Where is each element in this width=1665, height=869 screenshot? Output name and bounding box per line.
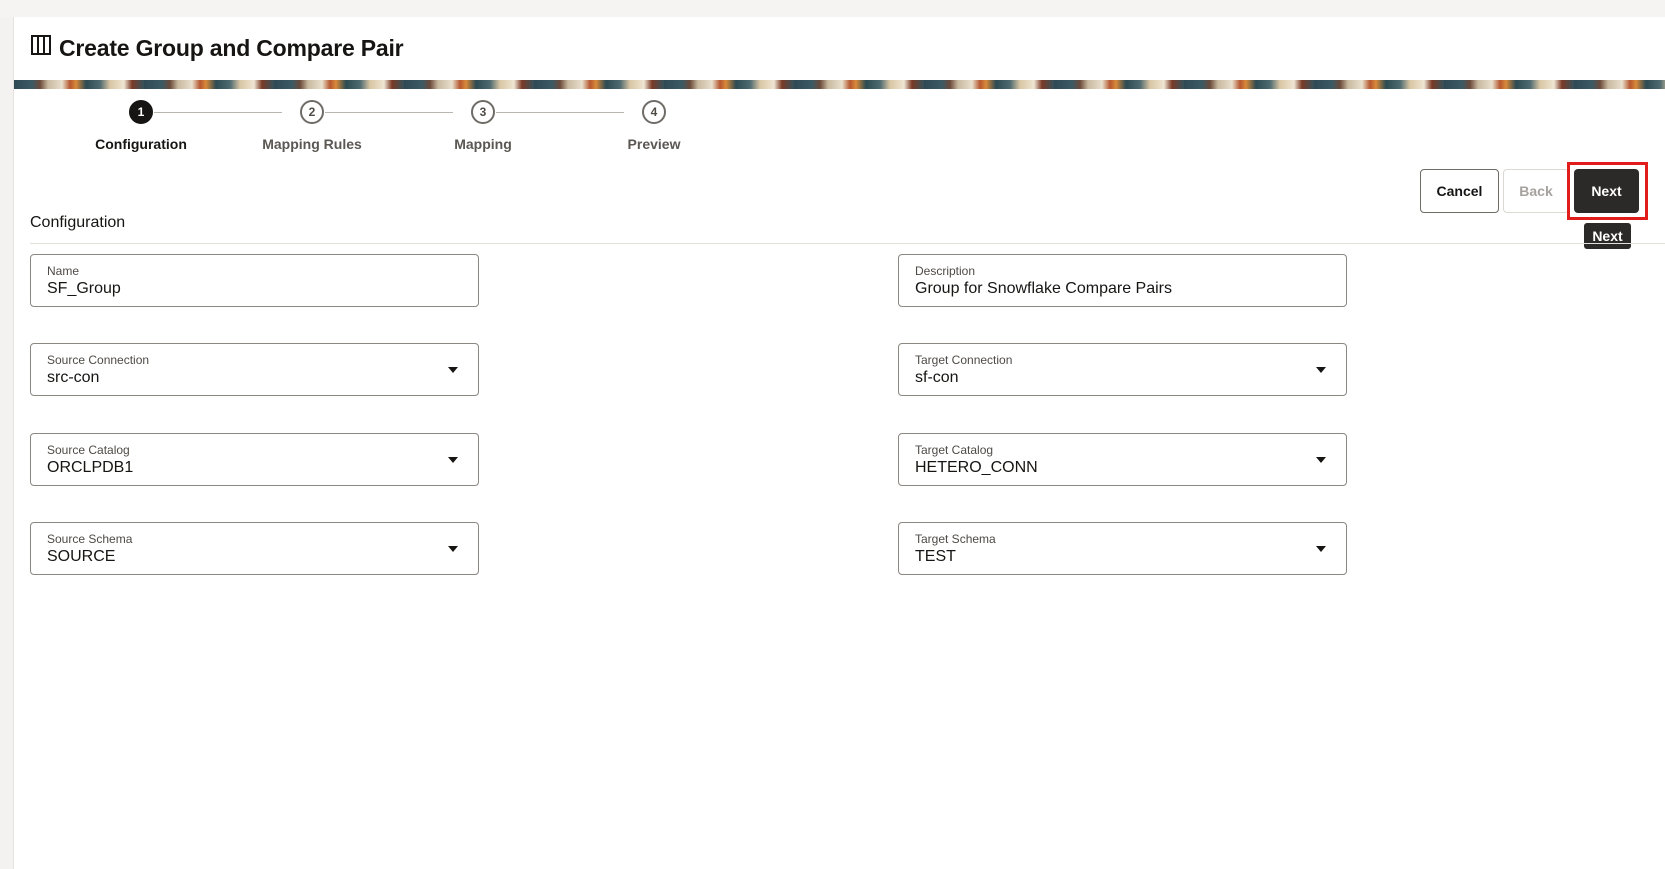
target-schema-select[interactable]: Target Schema TEST <box>898 522 1347 575</box>
back-button[interactable]: Back <box>1503 169 1569 213</box>
field-label: Source Schema <box>47 532 133 546</box>
section-title: Configuration <box>30 214 126 231</box>
top-strip <box>0 0 1665 18</box>
step-number: 3 <box>471 100 495 124</box>
wizard-stepper: 1 Configuration 2 Mapping Rules 3 Mappin… <box>14 100 714 170</box>
step-configuration[interactable]: 1 Configuration <box>71 100 211 152</box>
field-value: SOURCE <box>47 548 116 565</box>
field-value: sf-con <box>915 369 959 386</box>
caret-down-icon[interactable] <box>448 546 458 552</box>
field-value: HETERO_CONN <box>915 459 1038 476</box>
page-title: Create Group and Compare Pair <box>59 35 404 61</box>
caret-down-icon[interactable] <box>1316 367 1326 373</box>
field-label: Target Catalog <box>915 443 994 457</box>
field-value: TEST <box>915 548 956 565</box>
field-label: Description <box>915 264 976 278</box>
step-label: Preview <box>627 136 681 152</box>
step-mapping[interactable]: 3 Mapping <box>413 100 553 152</box>
decorative-banner <box>14 80 1665 89</box>
left-margin-strip <box>0 17 14 869</box>
next-tooltip: Next <box>1584 223 1631 249</box>
source-catalog-select[interactable]: Source Catalog ORCLPDB1 <box>30 433 479 486</box>
step-label: Configuration <box>95 136 187 152</box>
description-field[interactable]: Description Group for Snowflake Compare … <box>898 254 1347 307</box>
target-connection-select[interactable]: Target Connection sf-con <box>898 343 1347 396</box>
name-field[interactable]: Name SF_Group <box>30 254 479 307</box>
columns-icon <box>31 35 51 55</box>
field-value: ORCLPDB1 <box>47 459 134 476</box>
caret-down-icon[interactable] <box>448 367 458 373</box>
field-value: Group for Snowflake Compare Pairs <box>915 280 1172 297</box>
step-number: 1 <box>129 100 153 124</box>
field-label: Name <box>47 264 80 278</box>
caret-down-icon[interactable] <box>1316 457 1326 463</box>
target-catalog-select[interactable]: Target Catalog HETERO_CONN <box>898 433 1347 486</box>
field-label: Source Connection <box>47 353 150 367</box>
caret-down-icon[interactable] <box>448 457 458 463</box>
field-value: SF_Group <box>47 280 121 297</box>
step-label: Mapping <box>454 136 512 152</box>
page-header: Create Group and Compare Pair <box>14 17 1665 80</box>
step-number: 2 <box>300 100 324 124</box>
field-label: Target Connection <box>915 353 1013 367</box>
step-number: 4 <box>642 100 666 124</box>
field-value: src-con <box>47 369 100 386</box>
caret-down-icon[interactable] <box>1316 546 1326 552</box>
step-mapping-rules[interactable]: 2 Mapping Rules <box>242 100 382 152</box>
step-label: Mapping Rules <box>262 136 362 152</box>
source-connection-select[interactable]: Source Connection src-con <box>30 343 479 396</box>
field-label: Source Catalog <box>47 443 130 457</box>
step-preview[interactable]: 4 Preview <box>584 100 724 152</box>
cancel-button[interactable]: Cancel <box>1420 169 1499 213</box>
field-label: Target Schema <box>915 532 996 546</box>
source-schema-select[interactable]: Source Schema SOURCE <box>30 522 479 575</box>
section-divider <box>30 243 1665 244</box>
next-button-highlight <box>1567 162 1648 220</box>
